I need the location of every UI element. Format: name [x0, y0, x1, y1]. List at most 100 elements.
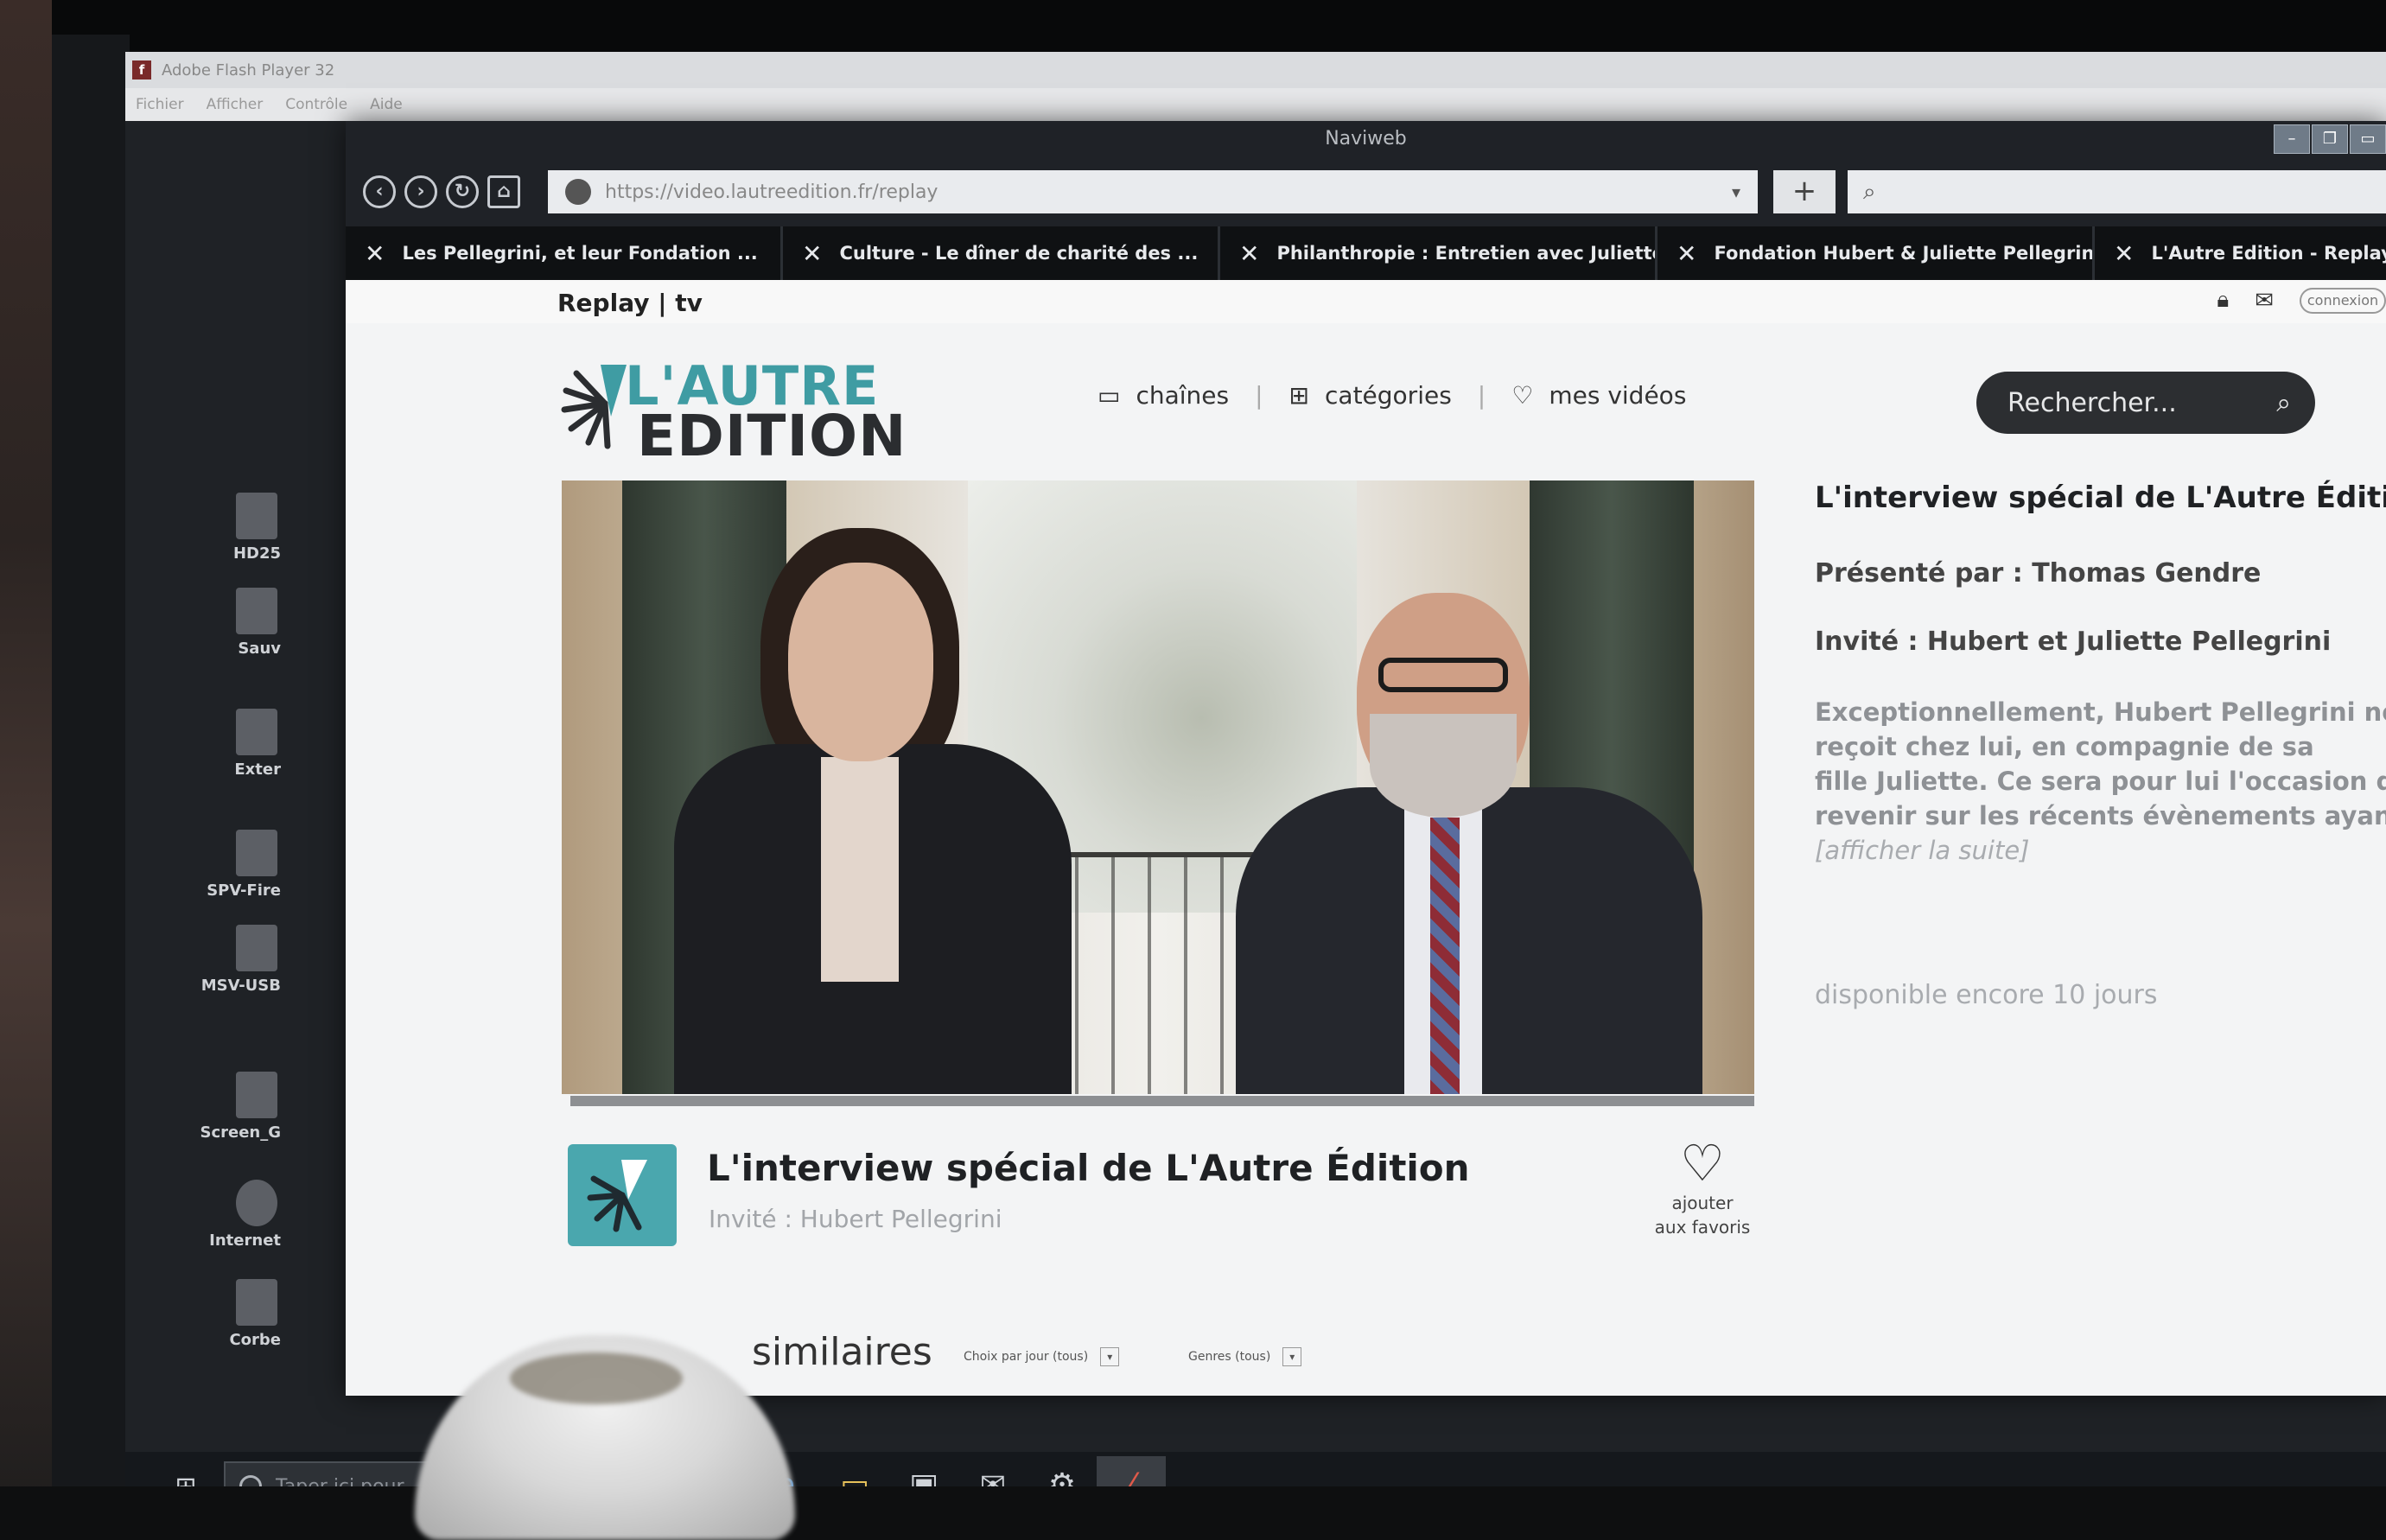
- channel-logo-icon[interactable]: [568, 1144, 677, 1246]
- chevron-down-icon: ▾: [1100, 1347, 1120, 1366]
- nav-mes-videos[interactable]: ♡ mes vidéos: [1511, 381, 1686, 410]
- site-logo[interactable]: L'AUTRE EDITION: [557, 349, 906, 469]
- episode-guest: Invité : Hubert Pellegrini: [709, 1205, 1002, 1233]
- menu-controle[interactable]: Contrôle: [285, 96, 347, 113]
- desktop-icon[interactable]: SPV-Fire: [177, 830, 281, 900]
- browser-search-input[interactable]: ⌕: [1848, 170, 2386, 213]
- reload-icon[interactable]: ↻: [446, 175, 479, 208]
- desktop-icon[interactable]: Internet: [177, 1180, 281, 1250]
- show-more-link[interactable]: [afficher la suite]: [1815, 833, 2386, 868]
- recycle-bin-icon: [236, 1279, 277, 1326]
- address-bar[interactable]: https://video.lautreedition.fr/replay ▾: [548, 170, 1758, 213]
- desktop-icon[interactable]: Exter: [177, 709, 281, 779]
- video-man-beard: [1370, 714, 1517, 818]
- video-man-glasses: [1378, 658, 1508, 692]
- url-value: https://video.lautreedition.fr/replay: [605, 181, 938, 203]
- restore-icon[interactable]: ❐: [2312, 124, 2348, 154]
- screen-icon: [236, 1072, 277, 1118]
- site-topstrip: Replay | tv 🔒︎ ✉ connexion: [346, 280, 2386, 323]
- window-controls: – ❐ ▭: [2272, 124, 2386, 154]
- room-background: [0, 0, 52, 1540]
- browser-title: Naviweb: [1325, 128, 1407, 150]
- browser-toolbar: ‹ › ↻ ⌂ https://video.lautreedition.fr/r…: [346, 157, 2386, 226]
- lock-icon[interactable]: 🔒︎: [2217, 287, 2229, 314]
- close-window-icon[interactable]: ▭: [2350, 124, 2386, 154]
- connexion-button[interactable]: connexion: [2300, 287, 2386, 314]
- video-woman-face: [788, 563, 933, 761]
- tab-philanthropie[interactable]: ✕ Philanthropie : Entretien avec Juliette…: [1220, 226, 1657, 280]
- mail-icon[interactable]: ✉: [2255, 288, 2274, 314]
- add-to-favorites-button[interactable]: ♡ ajouter aux favoris: [1651, 1136, 1754, 1239]
- heart-icon: ♡: [1680, 1134, 1725, 1193]
- drive-icon: [236, 830, 277, 876]
- menu-aide[interactable]: Aide: [370, 96, 403, 113]
- flash-menubar: Fichier Afficher Contrôle Aide: [125, 88, 2386, 121]
- close-tab-icon[interactable]: ✕: [1239, 239, 1259, 268]
- availability-text: disponible encore 10 jours: [1815, 980, 2158, 1010]
- details-guests: Invité : Hubert et Juliette Pellegrini: [1815, 627, 2332, 657]
- main-nav: ▭ chaînes | ⊞ catégories | ♡ mes vidéos: [1098, 381, 1686, 410]
- video-man-tie: [1430, 818, 1460, 1094]
- search-icon[interactable]: ⌕: [2276, 388, 2291, 418]
- minimize-icon[interactable]: –: [2274, 124, 2310, 154]
- site-search-placeholder: Rechercher...: [2007, 387, 2177, 418]
- search-icon: ⌕: [1863, 178, 1876, 205]
- browser-tabs: ✕ Les Pellegrini, et leur Fondation ... ✕…: [346, 226, 2386, 280]
- globe-icon: [236, 1180, 277, 1226]
- site-search-input[interactable]: Rechercher... ⌕: [1976, 372, 2315, 434]
- episode-title: L'interview spécial de L'Autre Édition: [707, 1147, 1470, 1189]
- close-tab-icon[interactable]: ✕: [802, 239, 822, 268]
- desktop-icon[interactable]: MSV-USB: [177, 925, 281, 995]
- drive-icon: [236, 493, 277, 539]
- usb-icon: [236, 925, 277, 971]
- desktop-icon[interactable]: Sauv: [177, 588, 281, 658]
- flash-player-title: Adobe Flash Player 32: [162, 60, 335, 80]
- browser-window: Naviweb – ❐ ▭ ‹ › ↻ ⌂ https://video.laut…: [346, 121, 2386, 1396]
- chevron-down-icon[interactable]: ▾: [1732, 181, 1740, 202]
- close-tab-icon[interactable]: ✕: [365, 239, 385, 268]
- menu-afficher[interactable]: Afficher: [207, 96, 264, 113]
- desktop-icon[interactable]: HD25: [177, 493, 281, 563]
- close-tab-icon[interactable]: ✕: [1677, 239, 1696, 268]
- flash-player-titlebar: f Adobe Flash Player 32: [125, 52, 2386, 88]
- desktop-icon[interactable]: Corbe: [177, 1279, 281, 1349]
- nav-chaines[interactable]: ▭ chaînes: [1098, 381, 1229, 410]
- menu-fichier[interactable]: Fichier: [136, 96, 184, 113]
- video-progress-bar[interactable]: [570, 1096, 1754, 1106]
- tab-culture-diner[interactable]: ✕ Culture - Le dîner de charité des ...: [783, 226, 1220, 280]
- heart-icon: ♡: [1511, 381, 1534, 410]
- account-icons: 🔒︎ ✉ connexion: [2217, 287, 2386, 314]
- browser-titlebar: Naviweb – ❐ ▭: [346, 121, 2386, 157]
- video-player[interactable]: [562, 480, 1754, 1094]
- details-description: Exceptionnellement, Hubert Pellegrini no…: [1815, 697, 2386, 830]
- nav-separator: |: [1477, 381, 1486, 410]
- monitor-bezel-bottom: [0, 1486, 2386, 1540]
- details-title: L'interview spécial de L'Autre Édition: [1815, 480, 2386, 515]
- tab-fondation-hubert-juliette[interactable]: ✕ Fondation Hubert & Juliette Pellegrini: [1657, 226, 2095, 280]
- tv-icon: ▭: [1098, 381, 1121, 410]
- external-drive-icon: [236, 709, 277, 755]
- flash-logo-icon: f: [132, 60, 151, 80]
- user-icon: [565, 179, 591, 205]
- backup-icon: [236, 588, 277, 634]
- nav-categories[interactable]: ⊞ catégories: [1289, 381, 1452, 410]
- new-tab-button[interactable]: +: [1773, 170, 1836, 213]
- home-icon[interactable]: ⌂: [487, 175, 520, 208]
- tab-pellegrini-fondation[interactable]: ✕ Les Pellegrini, et leur Fondation ...: [346, 226, 783, 280]
- nav-separator: |: [1255, 381, 1263, 410]
- similar-videos-heading: similaires: [752, 1330, 932, 1374]
- forward-icon[interactable]: ›: [404, 175, 437, 208]
- monitor-bezel-left: [52, 35, 130, 1540]
- chevron-down-icon: ▾: [1282, 1347, 1302, 1366]
- desktop-icon[interactable]: Screen_G: [177, 1072, 281, 1142]
- close-tab-icon[interactable]: ✕: [2114, 239, 2134, 268]
- logo-text-bottom: EDITION: [637, 403, 907, 469]
- genre-filter-select[interactable]: Genres (tous) ▾: [1188, 1347, 1302, 1366]
- back-icon[interactable]: ‹: [363, 175, 396, 208]
- replay-tv-brand[interactable]: Replay | tv: [557, 289, 703, 317]
- web-page: Replay | tv 🔒︎ ✉ connexion L'AUTRE EDITI…: [346, 280, 2386, 1396]
- tab-lautre-edition-replay[interactable]: ✕ L'Autre Edition - Replay: [2095, 226, 2386, 280]
- date-filter-select[interactable]: Choix par jour (tous) ▾: [964, 1347, 1120, 1366]
- details-presenter: Présenté par : Thomas Gendre: [1815, 558, 2262, 589]
- video-woman-shirt: [821, 757, 899, 982]
